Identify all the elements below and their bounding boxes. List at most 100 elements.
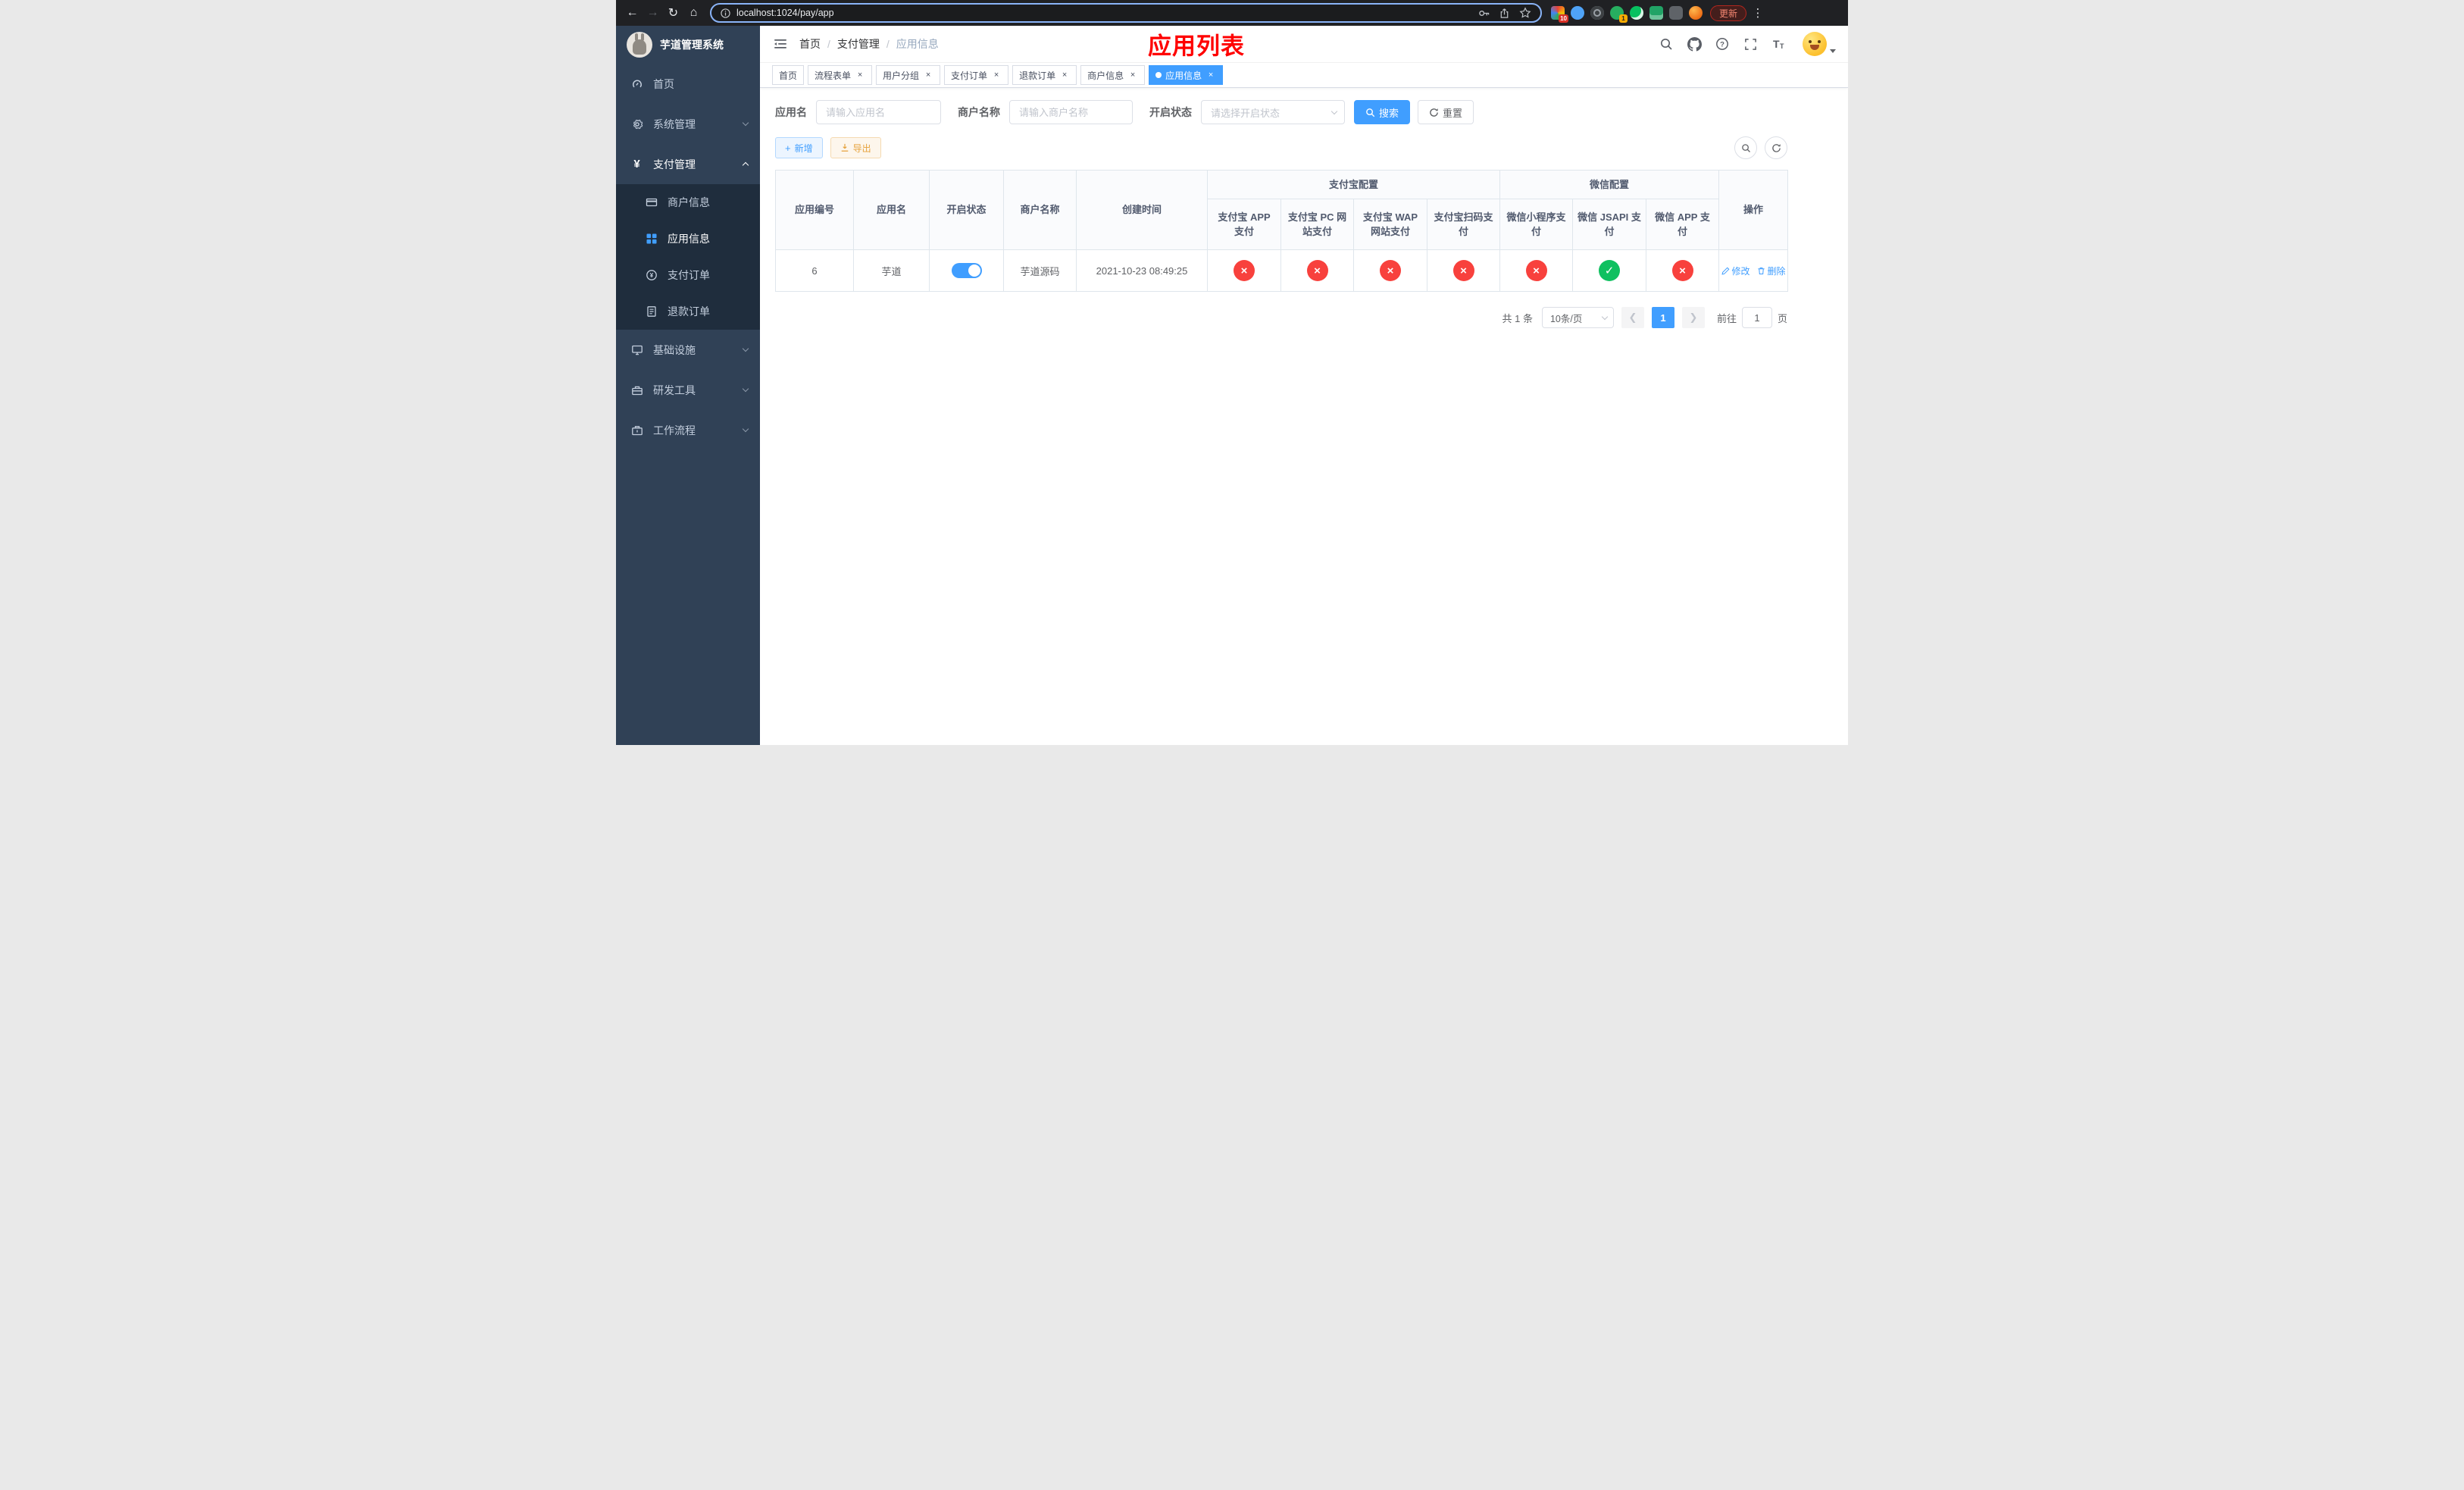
tab-user-group[interactable]: 用户分组 × (876, 65, 941, 85)
help-icon[interactable]: ? (1714, 36, 1731, 52)
tab-app-info[interactable]: 应用信息 × (1149, 65, 1224, 85)
edit-label: 修改 (1731, 265, 1750, 277)
app-name-input[interactable] (816, 100, 941, 124)
github-icon[interactable] (1686, 36, 1703, 52)
sidebar-logo[interactable]: 芋道管理系统 (616, 26, 760, 64)
font-size-icon[interactable]: T T (1770, 36, 1787, 52)
app-navbar: 首页 / 支付管理 / 应用信息 应用列表 ? T T (760, 26, 1848, 62)
tab-home[interactable]: 首页 (772, 65, 805, 85)
tab-label: 应用信息 (1165, 70, 1202, 81)
address-bar[interactable]: localhost:1024/pay/app (710, 3, 1542, 23)
sidebar-item-home[interactable]: 首页 (616, 64, 760, 104)
search-icon[interactable] (1658, 36, 1674, 52)
prev-page-button[interactable]: ❮ (1621, 307, 1644, 328)
close-icon[interactable]: × (1205, 70, 1216, 80)
sidebar-collapse-icon[interactable] (772, 36, 789, 52)
share-icon[interactable] (1499, 8, 1510, 19)
refresh-table-button[interactable] (1765, 136, 1787, 159)
sidebar-item-devtools[interactable]: 研发工具 (616, 370, 760, 410)
status-select[interactable]: 请选择开启状态 (1201, 100, 1345, 124)
edit-link[interactable]: 修改 (1721, 265, 1750, 277)
sidebar-item-system[interactable]: 系统管理 (616, 104, 760, 144)
browser-profile-avatar[interactable] (1689, 6, 1703, 20)
back-icon[interactable]: ← (622, 3, 643, 23)
breadcrumb-home[interactable]: 首页 (799, 36, 821, 52)
toolbox-icon (630, 383, 643, 396)
merchant-name-label: 商户名称 (958, 106, 1000, 118)
column-header-app-name: 应用名 (853, 170, 930, 250)
page-size-select[interactable]: 10条/页 (1541, 307, 1614, 328)
tags-view: 首页 流程表单 × 用户分组 × 支付订单 × 退款订单 × 商户信息 × 应用… (760, 62, 1848, 88)
show-search-button[interactable] (1734, 136, 1757, 159)
svg-text:¥: ¥ (649, 272, 653, 279)
browser-window: ← → ↻ ⌂ localhost:1024/pay/app 10 1 更新 ⋮… (616, 0, 1848, 745)
export-button[interactable]: 导出 (830, 137, 881, 158)
delete-label: 删除 (1767, 265, 1786, 277)
sidebar-item-label: 首页 (653, 77, 674, 90)
extension-drop-icon[interactable] (1571, 6, 1584, 20)
close-icon[interactable]: × (1127, 70, 1138, 80)
bookmark-star-icon[interactable] (1519, 7, 1531, 19)
close-icon[interactable]: × (991, 70, 1002, 80)
wx-jsapi-enabled-icon: ✓ (1599, 260, 1621, 281)
close-icon[interactable]: × (855, 70, 865, 80)
next-page-button[interactable]: ❯ (1681, 307, 1705, 328)
toolbar-right-actions (1734, 136, 1787, 159)
sidebar-item-workflow[interactable]: 工作流程 (616, 410, 760, 450)
site-info-icon[interactable] (721, 8, 730, 18)
extension-wechat-icon[interactable] (1630, 6, 1643, 20)
sidebar-item-merchant-info[interactable]: 商户信息 (616, 184, 760, 221)
sidebar-item-payment[interactable]: ¥ 支付管理 (616, 144, 760, 184)
password-key-icon[interactable] (1478, 8, 1490, 19)
delete-link[interactable]: 删除 (1757, 265, 1786, 277)
yen-icon: ¥ (633, 158, 640, 171)
search-button[interactable]: 搜索 (1354, 100, 1411, 124)
main-area: 首页 / 支付管理 / 应用信息 应用列表 ? T T 首页 流程表单 × 用户… (760, 26, 1848, 745)
goto-label: 前往 (1716, 312, 1737, 324)
search-icon (1366, 108, 1375, 117)
alipay-pc-disabled-icon: × (1306, 260, 1328, 281)
sidebar-item-app-info[interactable]: 应用信息 (616, 221, 760, 257)
merchant-name-input[interactable] (1009, 100, 1133, 124)
breadcrumb-payment[interactable]: 支付管理 (837, 36, 880, 52)
logo-avatar (627, 32, 652, 58)
extension-colorful-icon[interactable]: 10 (1551, 6, 1568, 23)
cell-created: 2021-10-23 08:49:25 (1076, 249, 1208, 292)
breadcrumb: 首页 / 支付管理 / 应用信息 (799, 36, 939, 52)
extensions-puzzle-icon[interactable] (1669, 6, 1683, 20)
app-title: 芋道管理系统 (660, 39, 724, 51)
chevron-up-icon (742, 161, 749, 169)
avatar (1803, 32, 1827, 56)
reset-button[interactable]: 重置 (1418, 100, 1474, 124)
fullscreen-icon[interactable] (1742, 36, 1759, 52)
grid-icon (645, 233, 658, 246)
tab-process-form[interactable]: 流程表单 × (808, 65, 873, 85)
status-toggle[interactable] (951, 263, 982, 278)
refresh-icon (1430, 108, 1438, 117)
close-icon[interactable]: × (1059, 70, 1070, 80)
tab-merchant-info[interactable]: 商户信息 × (1080, 65, 1146, 85)
extension-green-icon[interactable]: 1 (1610, 6, 1628, 23)
reload-icon[interactable]: ↻ (663, 3, 683, 23)
column-header-alipay-wap: 支付宝 WAP 网站支付 (1353, 199, 1427, 250)
tab-payment-order[interactable]: 支付订单 × (944, 65, 1009, 85)
forward-icon[interactable]: → (643, 3, 663, 23)
sidebar-item-infrastructure[interactable]: 基础设施 (616, 330, 760, 370)
home-icon[interactable]: ⌂ (683, 3, 704, 23)
page-number-button[interactable]: 1 (1651, 307, 1674, 328)
breadcrumb-current: 应用信息 (896, 38, 939, 50)
sidebar-item-label: 系统管理 (653, 117, 696, 130)
user-avatar[interactable] (1803, 32, 1836, 56)
sidebar-item-refund-order[interactable]: 退款订单 (616, 293, 760, 330)
extension-dark-icon[interactable] (1590, 6, 1604, 20)
sidebar-item-payment-order[interactable]: ¥ 支付订单 (616, 257, 760, 293)
tab-refund-order[interactable]: 退款订单 × (1012, 65, 1077, 85)
sidebar-item-label: 商户信息 (668, 196, 710, 208)
goto-page-input[interactable] (1741, 307, 1772, 328)
add-button[interactable]: + 新增 (775, 137, 823, 158)
browser-menu-icon[interactable]: ⋮ (1750, 6, 1766, 20)
dashboard-icon (630, 77, 643, 90)
extension-notes-icon[interactable] (1649, 6, 1663, 20)
close-icon[interactable]: × (923, 70, 933, 80)
browser-update-button[interactable]: 更新 (1710, 5, 1747, 21)
